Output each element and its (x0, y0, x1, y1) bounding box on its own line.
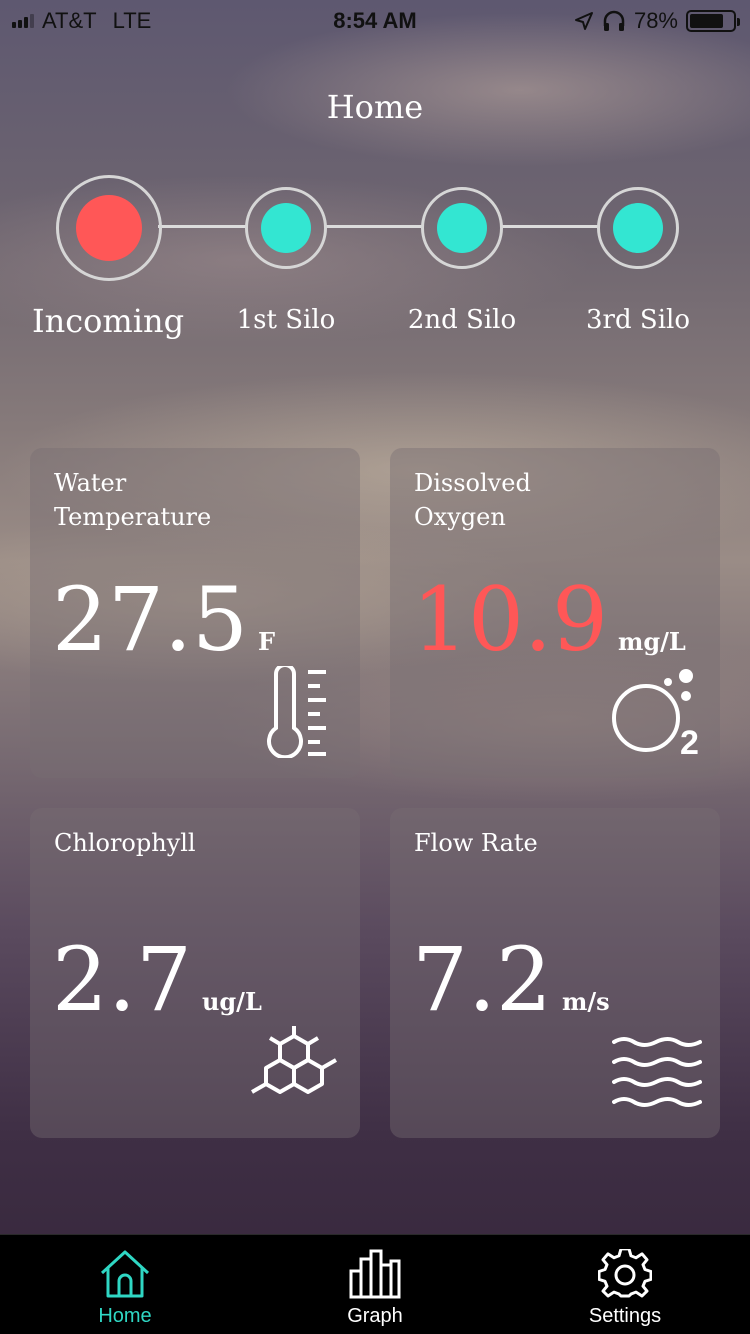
card-value-row: 10.9 mg/L (412, 576, 686, 666)
silo-stepper: Incoming 1st Silo 2nd Silo 3rd Silo (0, 170, 750, 370)
card-title: Chlorophyll (54, 826, 344, 860)
molecule-icon (251, 1026, 337, 1094)
metric-value: 27.5 (52, 568, 248, 671)
metric-value: 10.9 (412, 568, 608, 671)
flow-rate-card[interactable]: Flow Rate 7.2 m/s (390, 808, 720, 1138)
step-node-silo-3[interactable] (597, 187, 679, 269)
step-node-silo-2[interactable] (421, 187, 503, 269)
metric-unit: ug/L (201, 987, 262, 1016)
battery-percent: 78% (633, 8, 678, 33)
gear-icon (598, 1249, 652, 1298)
card-title: Water Temperature (54, 466, 344, 534)
page-title: Home (326, 88, 424, 126)
chlorophyll-card[interactable]: Chlorophyll 2.7 ug/L (30, 808, 360, 1138)
waves-icon (612, 1037, 702, 1107)
card-title: Dissolved Oxygen (414, 466, 704, 534)
card-title-line: Water (54, 469, 127, 497)
step-connector (324, 225, 424, 228)
status-right: 78% (574, 8, 740, 34)
water-temperature-card[interactable]: Water Temperature 27.5 F (30, 448, 360, 778)
step-connector (500, 225, 600, 228)
tab-settings[interactable]: Settings (500, 1235, 750, 1334)
headphones-icon (603, 10, 625, 31)
metric-value: 7.2 (412, 928, 552, 1031)
oxygen-icon: 2 (612, 669, 699, 758)
status-dot (261, 203, 311, 253)
tab-label: Home (98, 1305, 152, 1327)
card-title-line: Oxygen (414, 503, 506, 531)
step-label-incoming: Incoming (31, 302, 185, 340)
metric-value: 2.7 (52, 928, 192, 1031)
card-title-line: Chlorophyll (54, 829, 196, 857)
status-bar: AT&T LTE 8:54 AM 78% (0, 0, 750, 40)
step-node-incoming[interactable] (56, 175, 162, 281)
card-title-line: Temperature (54, 503, 212, 531)
status-dot (437, 203, 487, 253)
card-title-line: Dissolved (414, 469, 531, 497)
home-icon (100, 1250, 150, 1298)
tab-bar: Home Graph Settings (0, 1234, 750, 1334)
svg-text:2: 2 (680, 724, 699, 758)
step-node-silo-1[interactable] (245, 187, 327, 269)
tab-label: Graph (347, 1305, 403, 1327)
status-dot (613, 203, 663, 253)
dissolved-oxygen-card[interactable]: Dissolved Oxygen 10.9 mg/L 2 (390, 448, 720, 778)
tab-label: Settings (588, 1305, 662, 1327)
step-label-silo-1: 1st Silo (236, 305, 336, 335)
step-label-silo-2: 2nd Silo (407, 305, 517, 335)
card-value-row: 27.5 F (52, 576, 275, 666)
card-title-line: Flow Rate (414, 829, 538, 857)
tab-home[interactable]: Home (0, 1235, 250, 1334)
tab-graph[interactable]: Graph (250, 1235, 500, 1334)
metric-unit: F (257, 627, 275, 656)
location-icon (574, 12, 593, 30)
card-title: Flow Rate (414, 826, 704, 860)
card-value-row: 7.2 m/s (412, 936, 610, 1026)
card-value-row: 2.7 ug/L (52, 936, 262, 1026)
metric-unit: m/s (561, 987, 610, 1016)
step-label-silo-3: 3rd Silo (586, 305, 690, 335)
thermometer-icon (267, 666, 326, 758)
battery-icon (686, 10, 740, 32)
bar-chart-icon (349, 1249, 401, 1299)
status-dot (76, 195, 142, 261)
metric-unit: mg/L (617, 627, 686, 656)
step-connector (158, 225, 248, 228)
